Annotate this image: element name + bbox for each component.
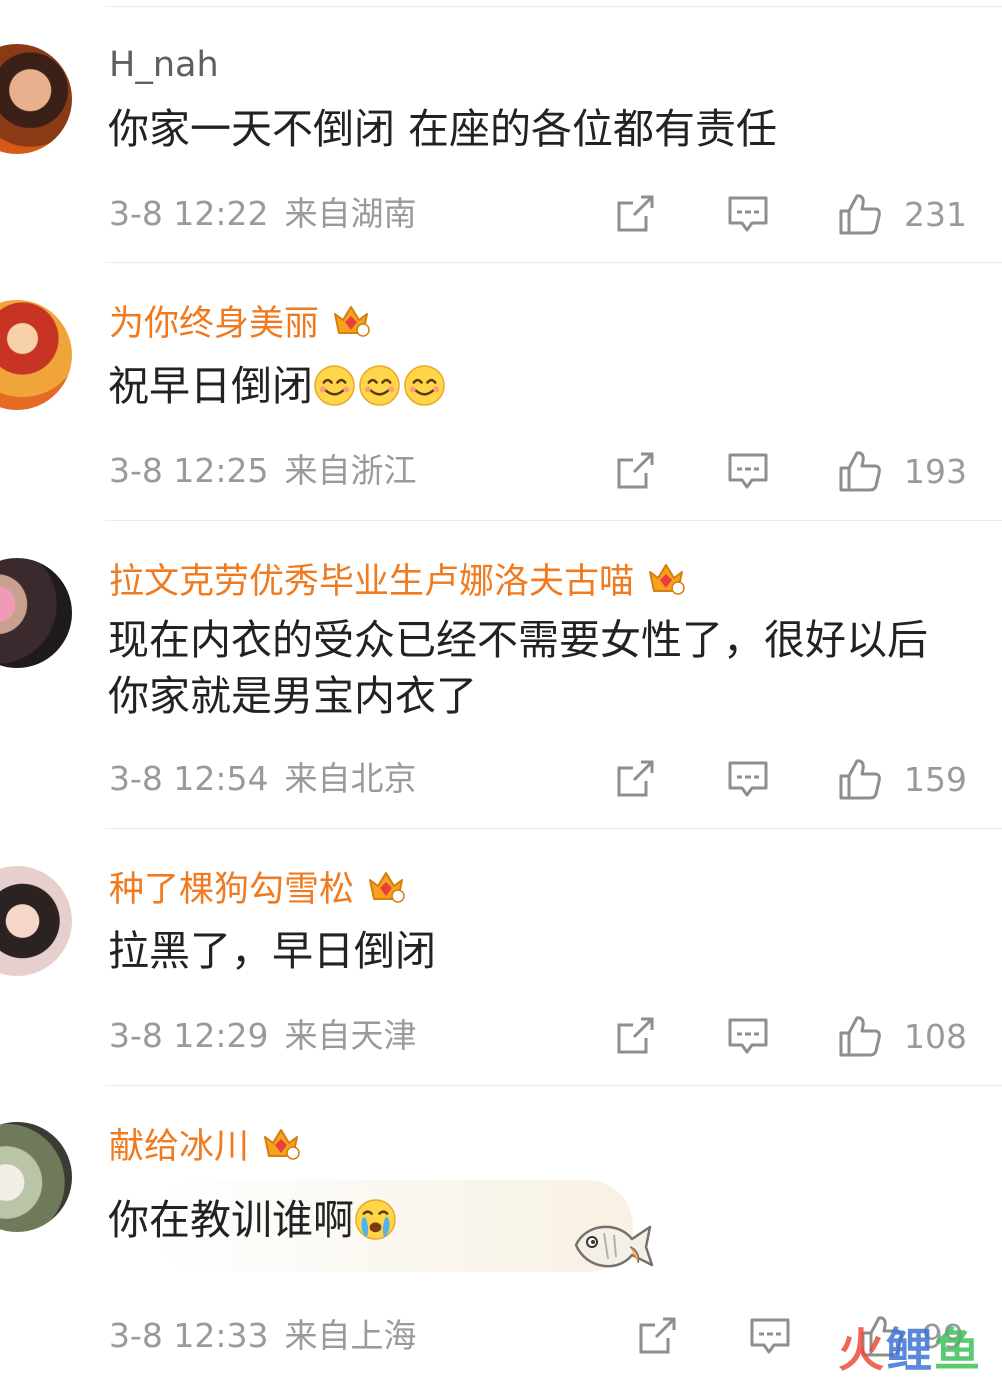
comment-text: 现在内衣的受众已经不需要女性了，很好以后你家就是男宝内衣了 — [108, 612, 966, 724]
avatar[interactable] — [0, 866, 72, 976]
thumbs-up-icon — [839, 759, 881, 800]
avatar[interactable] — [0, 44, 72, 154]
crown-badge-icon — [334, 306, 370, 337]
location: 来自湖南 — [284, 194, 417, 233]
crown-badge-icon — [369, 872, 405, 903]
like-count: 231 — [904, 194, 967, 234]
like-button[interactable]: 108 — [838, 1013, 967, 1059]
avatar[interactable] — [0, 1122, 72, 1232]
comment-text: 你家一天不倒闭 在座的各位都有责任 — [108, 101, 966, 157]
timestamp: 3-8 12:29 — [109, 1016, 269, 1055]
watermark: 火鲤鱼 — [838, 1314, 982, 1380]
comment-text-content: 拉黑了，早日倒闭 — [108, 927, 436, 975]
location: 来自北京 — [284, 759, 417, 798]
comment-item: H_nah 你家一天不倒闭 在座的各位都有责任 3-8 12:22 来自湖南 23… — [0, 0, 1002, 263]
smile-emoji-icon — [359, 365, 400, 406]
location: 来自浙江 — [284, 451, 417, 490]
thumbs-up-icon — [839, 451, 881, 492]
timestamp: 3-8 12:25 — [109, 451, 269, 490]
repost-icon — [639, 1317, 676, 1354]
repost-icon — [617, 760, 654, 797]
comment-meta: 3-8 12:54 来自北京 — [109, 756, 417, 802]
comment-text-content: 你在教训谁啊 — [108, 1196, 354, 1244]
comment-meta: 3-8 12:33 来自上海 — [109, 1313, 417, 1359]
username[interactable]: 献给冰川 — [109, 1118, 249, 1169]
location: 来自上海 — [284, 1316, 417, 1355]
avatar[interactable] — [0, 300, 72, 410]
comment-icon — [728, 196, 768, 232]
repost-icon — [617, 452, 654, 489]
crying-emoji-icon — [355, 1199, 396, 1240]
comment-button[interactable] — [726, 448, 770, 494]
comment-button[interactable] — [726, 756, 770, 802]
comment-button[interactable] — [726, 191, 770, 237]
timestamp: 3-8 12:22 — [109, 194, 269, 233]
thumbs-up-icon — [839, 1016, 881, 1057]
location: 来自天津 — [284, 1016, 417, 1055]
comment-icon — [728, 1018, 768, 1054]
comment-icon — [728, 453, 768, 489]
comment-meta: 3-8 12:25 来自浙江 — [109, 448, 417, 494]
watermark-part: 火 — [838, 1323, 886, 1377]
username[interactable]: 种了棵狗勾雪松 — [109, 861, 354, 912]
repost-button[interactable] — [613, 448, 657, 494]
like-count: 108 — [904, 1016, 967, 1056]
smile-emoji-icon — [404, 365, 445, 406]
repost-button[interactable] — [613, 1013, 657, 1059]
comment-button[interactable] — [748, 1313, 792, 1359]
like-count: 159 — [904, 759, 967, 799]
comment-text-content: 现在内衣的受众已经不需要女性了，很好以后你家就是男宝内衣了 — [108, 616, 928, 720]
like-button[interactable]: 193 — [838, 448, 967, 494]
comment-icon — [750, 1318, 790, 1354]
like-count: 193 — [904, 451, 967, 491]
username[interactable]: H_nah — [109, 45, 219, 85]
comment-item: 为你终身美丽 祝早日倒闭 3-8 12:25 来自浙江 193 — [0, 263, 1002, 521]
comment-icon — [728, 761, 768, 797]
like-button[interactable]: 159 — [838, 756, 967, 802]
timestamp: 3-8 12:54 — [109, 759, 269, 798]
comment-text: 你在教训谁啊 — [108, 1192, 966, 1248]
comment-text: 拉黑了，早日倒闭 — [108, 923, 966, 979]
comment-text-content: 祝早日倒闭 — [108, 362, 313, 410]
username[interactable]: 为你终身美丽 — [109, 295, 319, 346]
avatar[interactable] — [0, 558, 72, 668]
thumbs-up-icon — [839, 194, 881, 235]
comment-text-content: 你家一天不倒闭 在座的各位都有责任 — [108, 105, 778, 153]
comment-button[interactable] — [726, 1013, 770, 1059]
smile-emoji-icon — [314, 365, 355, 406]
comment-meta: 3-8 12:29 来自天津 — [109, 1013, 417, 1059]
watermark-part: 鱼 — [934, 1323, 982, 1377]
crown-badge-icon — [649, 564, 685, 595]
username[interactable]: 拉文克劳优秀毕业生卢娜洛夫古喵 — [109, 553, 634, 604]
watermark-part: 鲤 — [886, 1323, 934, 1377]
repost-button[interactable] — [613, 191, 657, 237]
comment-item: 种了棵狗勾雪松 拉黑了，早日倒闭 3-8 12:29 来自天津 108 — [0, 829, 1002, 1086]
repost-button[interactable] — [635, 1313, 679, 1359]
comment-meta: 3-8 12:22 来自湖南 — [109, 191, 417, 237]
comment-text: 祝早日倒闭 — [108, 358, 966, 414]
repost-icon — [617, 1017, 654, 1054]
repost-button[interactable] — [613, 756, 657, 802]
like-button[interactable]: 231 — [838, 191, 967, 237]
crown-badge-icon — [264, 1129, 300, 1160]
timestamp: 3-8 12:33 — [109, 1316, 269, 1355]
repost-icon — [617, 195, 654, 232]
comment-item: 拉文克劳优秀毕业生卢娜洛夫古喵 现在内衣的受众已经不需要女性了，很好以后你家就是… — [0, 521, 1002, 829]
